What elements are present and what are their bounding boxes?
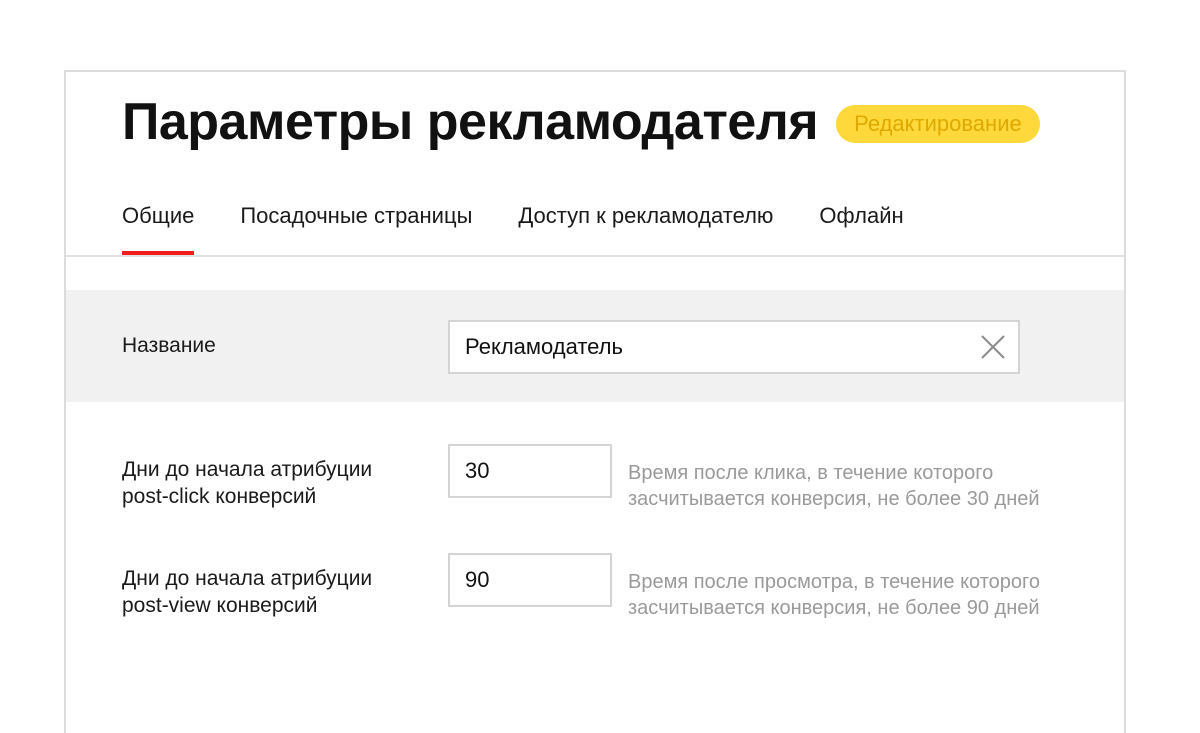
name-row: Название Рекламодатель (66, 290, 1124, 402)
post-view-hint-line1: Время после просмотра, в течение которог… (628, 571, 1041, 593)
tab-advertiser-access[interactable]: Доступ к рекламодателю (518, 200, 773, 256)
tab-general[interactable]: Общие (122, 200, 195, 256)
post-click-hint-line2: засчитывается конверсия, не более 30 дне… (628, 488, 1040, 510)
advertiser-settings-panel: Параметры рекламодателя Редактирование О… (64, 70, 1126, 733)
post-view-label-line1: Дни до начала атрибуции (122, 567, 373, 590)
post-click-label: Дни до начала атрибуции post-click конве… (122, 456, 372, 510)
page-title: Параметры рекламодателя (122, 93, 819, 151)
name-input-value: Рекламодатель (465, 334, 623, 359)
name-label: Название (122, 334, 216, 357)
post-click-label-line1: Дни до начала атрибуции (122, 458, 373, 481)
status-badge: Редактирование (836, 105, 1040, 143)
post-click-hint-line1: Время после клика, в течение которого (628, 462, 994, 484)
tab-landing-pages[interactable]: Посадочные страницы (240, 200, 472, 256)
post-click-hint: Время после клика, в течение которого за… (628, 460, 1088, 512)
post-click-label-line2: post-click конверсий (122, 485, 317, 508)
tabs-divider (66, 255, 1124, 257)
tab-offline[interactable]: Офлайн (819, 200, 903, 256)
post-view-days-input[interactable]: 90 (448, 553, 612, 607)
tab-bar: Общие Посадочные страницы Доступ к рекла… (122, 200, 950, 256)
post-click-days-input[interactable]: 30 (448, 444, 612, 498)
page-header: Параметры рекламодателя Редактирование (122, 92, 1040, 152)
name-input[interactable]: Рекламодатель (448, 320, 1020, 374)
close-icon[interactable] (980, 334, 1006, 360)
post-view-hint: Время после просмотра, в течение которог… (628, 569, 1088, 621)
post-view-hint-line2: засчитывается конверсия, не более 90 дне… (628, 597, 1040, 619)
post-view-label-line2: post-view конверсий (122, 594, 318, 617)
post-view-label: Дни до начала атрибуции post-view конвер… (122, 565, 372, 619)
